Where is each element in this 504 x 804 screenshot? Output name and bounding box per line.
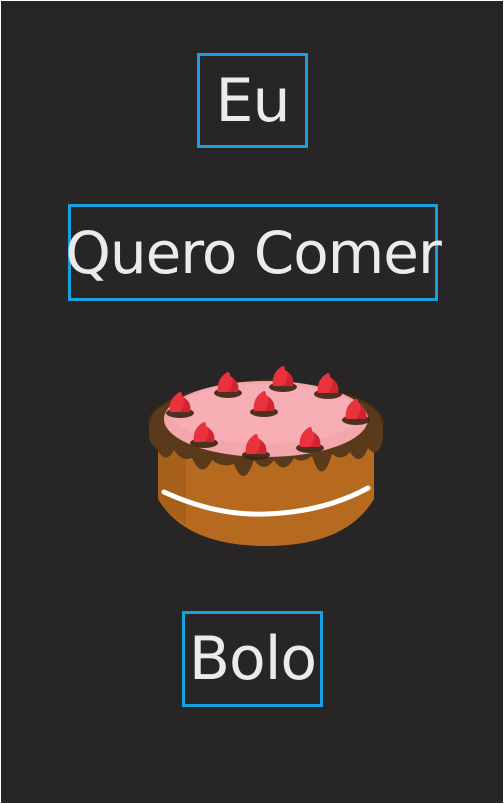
word-card-quero-comer[interactable]: Quero Comer <box>65 204 442 301</box>
word-card-eu[interactable]: Eu <box>197 53 308 148</box>
word-card-label: Eu <box>215 65 291 136</box>
word-card-label: Quero Comer <box>65 218 442 287</box>
app-screen: Eu Quero Comer Bolo <box>1 1 503 803</box>
word-card-bolo[interactable]: Bolo <box>182 611 323 707</box>
word-card-label: Bolo <box>188 624 317 694</box>
cake-icon[interactable] <box>146 364 386 549</box>
